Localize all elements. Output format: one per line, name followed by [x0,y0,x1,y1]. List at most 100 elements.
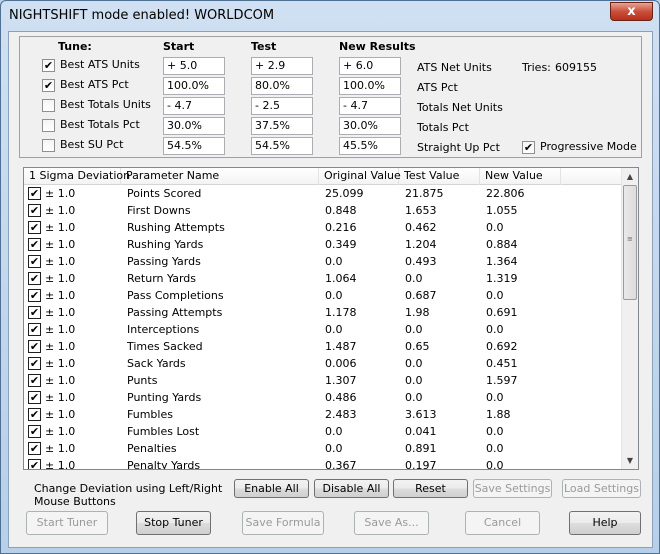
row-deviation[interactable]: ± 1.0 [45,372,75,389]
row-deviation[interactable]: ± 1.0 [45,219,75,236]
row-test-value: 3.613 [405,408,437,421]
help-button[interactable]: Help [569,511,641,535]
test-value-field[interactable]: 37.5% [251,117,313,135]
new-value-field[interactable]: 45.5% [339,137,401,155]
table-row[interactable]: ✔ ± 1.0 First Downs 0.848 1.653 1.055 [24,202,624,219]
tune-checkbox[interactable]: ✔ [42,79,55,92]
row-deviation[interactable]: ± 1.0 [45,270,75,287]
row-enable-checkbox[interactable]: ✔ [28,323,41,336]
table-row[interactable]: ✔ ± 1.0 Pass Completions 0.0 0.687 0.0 [24,287,624,304]
row-enable-checkbox[interactable]: ✔ [28,340,41,353]
save-formula-button[interactable]: Save Formula [242,511,324,535]
row-deviation[interactable]: ± 1.0 [45,185,75,202]
scroll-thumb[interactable]: ≡ [623,185,637,300]
row-enable-checkbox[interactable]: ✔ [28,425,41,438]
row-enable-checkbox[interactable]: ✔ [28,306,41,319]
new-results-header: New Results [339,40,416,53]
title-bar[interactable]: NIGHTSHIFT mode enabled! WORLDCOM x [1,1,659,31]
row-deviation[interactable]: ± 1.0 [45,440,75,457]
row-deviation[interactable]: ± 1.0 [45,423,75,440]
row-enable-checkbox[interactable]: ✔ [28,238,41,251]
table-row[interactable]: ✔ ± 1.0 Fumbles 2.483 3.613 1.88 [24,406,624,423]
client-area: Tune: Start Test New Results ✔ Best ATS U… [8,31,653,548]
row-enable-checkbox[interactable]: ✔ [28,459,41,469]
row-deviation[interactable]: ± 1.0 [45,287,75,304]
table-row[interactable]: ✔ ± 1.0 Rushing Yards 0.349 1.204 0.884 [24,236,624,253]
col-test-value[interactable]: Test Value [399,168,480,185]
row-enable-checkbox[interactable]: ✔ [28,221,41,234]
table-row[interactable]: ✔ ± 1.0 Sack Yards 0.006 0.0 0.451 [24,355,624,372]
row-enable-checkbox[interactable]: ✔ [28,187,41,200]
scroll-up-icon[interactable]: ▲ [622,168,638,185]
tune-checkbox[interactable] [42,99,55,112]
row-enable-checkbox[interactable]: ✔ [28,357,41,370]
scroll-down-icon[interactable]: ▼ [622,452,638,469]
test-value-field[interactable]: 80.0% [251,77,313,95]
row-test-value: 0.0 [405,391,423,404]
disable-all-button[interactable]: Disable All [314,479,389,498]
table-row[interactable]: ✔ ± 1.0 Punting Yards 0.486 0.0 0.0 [24,389,624,406]
row-deviation[interactable]: ± 1.0 [45,355,75,372]
test-value-field[interactable]: - 2.5 [251,97,313,115]
tune-checkbox[interactable] [42,139,55,152]
save-as-button[interactable]: Save As... [354,511,429,535]
row-enable-checkbox[interactable]: ✔ [28,391,41,404]
start-tuner-button[interactable]: Start Tuner [26,511,108,535]
table-row[interactable]: ✔ ± 1.0 Passing Yards 0.0 0.493 1.364 [24,253,624,270]
load-settings-button[interactable]: Load Settings [562,479,641,498]
table-row[interactable]: ✔ ± 1.0 Penalty Yards 0.367 0.197 0.0 [24,457,624,469]
new-value-field[interactable]: 30.0% [339,117,401,135]
new-value-field[interactable]: 100.0% [339,77,401,95]
table-row[interactable]: ✔ ± 1.0 Times Sacked 1.487 0.65 0.692 [24,338,624,355]
row-deviation[interactable]: ± 1.0 [45,253,75,270]
row-deviation[interactable]: ± 1.0 [45,236,75,253]
start-value-field[interactable]: + 5.0 [163,57,225,75]
row-enable-checkbox[interactable]: ✔ [28,272,41,285]
col-sigma-deviation[interactable]: 1 Sigma Deviation [24,168,130,185]
reset-button[interactable]: Reset [393,479,468,498]
row-deviation[interactable]: ± 1.0 [45,389,75,406]
col-new-value[interactable]: New Value [480,168,561,185]
vertical-scrollbar[interactable]: ▲ ≡ ▼ [621,168,638,469]
table-row[interactable]: ✔ ± 1.0 Interceptions 0.0 0.0 0.0 [24,321,624,338]
tune-checkbox[interactable]: ✔ [42,59,55,72]
table-row[interactable]: ✔ ± 1.0 Punts 1.307 0.0 1.597 [24,372,624,389]
row-deviation[interactable]: ± 1.0 [45,321,75,338]
table-row[interactable]: ✔ ± 1.0 Fumbles Lost 0.0 0.041 0.0 [24,423,624,440]
table-row[interactable]: ✔ ± 1.0 Passing Attempts 1.178 1.98 0.691 [24,304,624,321]
start-value-field[interactable]: 100.0% [163,77,225,95]
close-button[interactable]: x [610,2,653,21]
table-row[interactable]: ✔ ± 1.0 Return Yards 1.064 0.0 1.319 [24,270,624,287]
table-row[interactable]: ✔ ± 1.0 Points Scored 25.099 21.875 22.806 [24,185,624,202]
row-enable-checkbox[interactable]: ✔ [28,408,41,421]
row-deviation[interactable]: ± 1.0 [45,406,75,423]
row-enable-checkbox[interactable]: ✔ [28,442,41,455]
row-deviation[interactable]: ± 1.0 [45,457,75,469]
enable-all-button[interactable]: Enable All [234,479,309,498]
row-enable-checkbox[interactable]: ✔ [28,255,41,268]
row-deviation[interactable]: ± 1.0 [45,304,75,321]
row-enable-checkbox[interactable]: ✔ [28,204,41,217]
start-value-field[interactable]: 54.5% [163,137,225,155]
new-value-field[interactable]: - 4.7 [339,97,401,115]
col-parameter-name[interactable]: Parameter Name [121,168,319,185]
tune-label: Best SU Pct [60,138,124,151]
new-value-field[interactable]: + 6.0 [339,57,401,75]
parameter-list[interactable]: 1 Sigma Deviation Parameter Name Origina… [23,167,639,470]
cancel-button[interactable]: Cancel [465,511,540,535]
table-row[interactable]: ✔ ± 1.0 Rushing Attempts 0.216 0.462 0.0 [24,219,624,236]
test-value-field[interactable]: + 2.9 [251,57,313,75]
row-deviation[interactable]: ± 1.0 [45,202,75,219]
stop-tuner-button[interactable]: Stop Tuner [136,511,211,535]
save-settings-button[interactable]: Save Settings [473,479,552,498]
row-deviation[interactable]: ± 1.0 [45,338,75,355]
start-value-field[interactable]: 30.0% [163,117,225,135]
progressive-mode-checkbox[interactable]: ✔ [522,141,535,154]
row-enable-checkbox[interactable]: ✔ [28,289,41,302]
start-value-field[interactable]: - 4.7 [163,97,225,115]
tune-checkbox[interactable] [42,119,55,132]
test-value-field[interactable]: 54.5% [251,137,313,155]
col-original-value[interactable]: Original Value [319,168,401,185]
table-row[interactable]: ✔ ± 1.0 Penalties 0.0 0.891 0.0 [24,440,624,457]
row-enable-checkbox[interactable]: ✔ [28,374,41,387]
